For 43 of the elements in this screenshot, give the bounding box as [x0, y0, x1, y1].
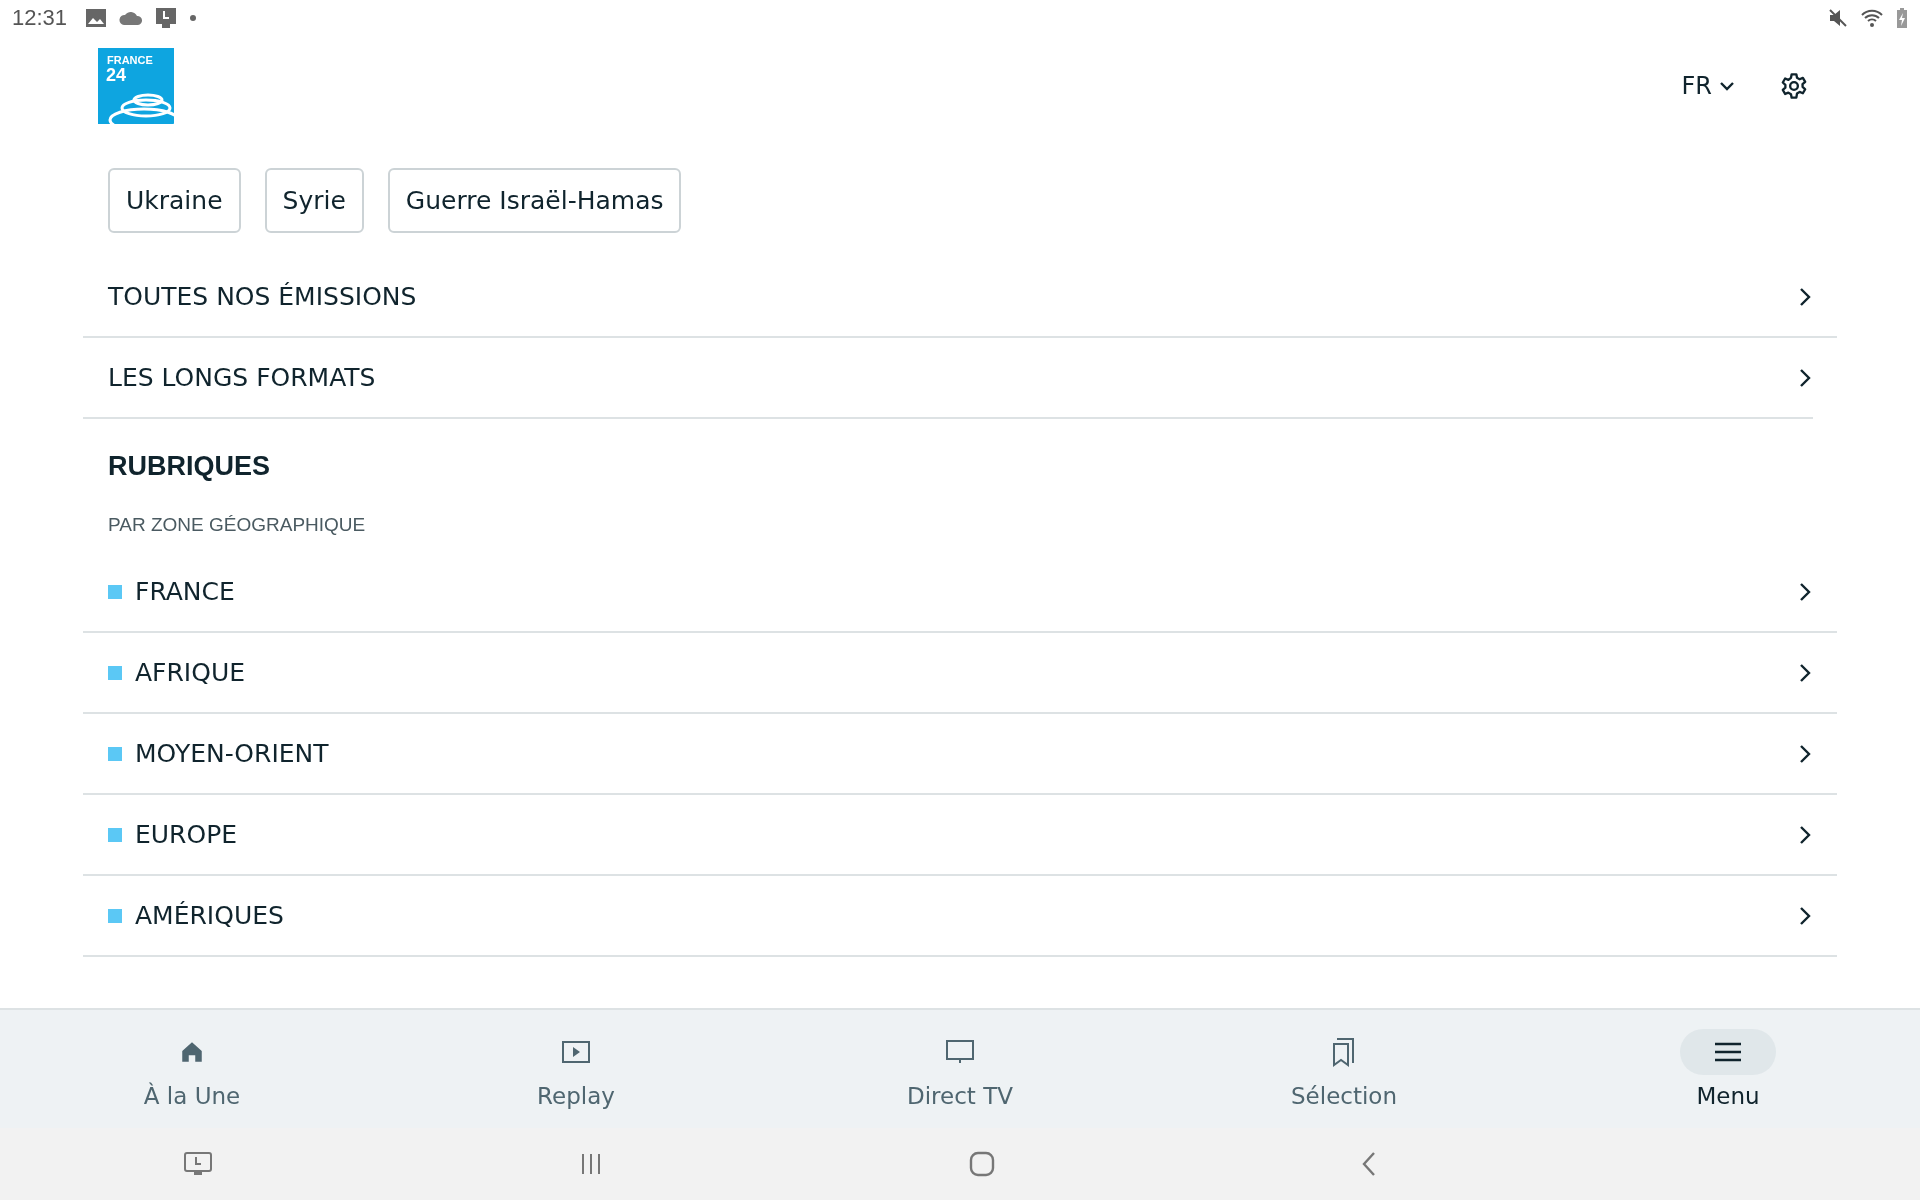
nav-tab[interactable]: À la Une — [72, 1010, 312, 1128]
region-row[interactable]: EUROPE — [83, 795, 1837, 876]
region-row[interactable]: FRANCE — [83, 552, 1837, 633]
chevron-right-icon — [1799, 581, 1811, 602]
region-row[interactable]: MOYEN-ORIENT — [83, 714, 1837, 795]
topic-chip[interactable]: Ukraine — [108, 168, 241, 233]
mute-icon — [1828, 8, 1848, 28]
recents-icon[interactable] — [579, 1153, 603, 1175]
status-time: 12:31 — [12, 5, 68, 31]
menu-row[interactable]: LES LONGS FORMATS — [83, 338, 1813, 419]
chevron-right-icon — [1799, 286, 1811, 307]
play-icon — [561, 1040, 591, 1064]
chevron-right-icon — [1799, 824, 1811, 845]
nav-tab[interactable]: Replay — [456, 1010, 696, 1128]
topic-chip[interactable]: Syrie — [264, 168, 364, 233]
dot-icon — [189, 14, 198, 22]
home-button-icon[interactable] — [969, 1151, 995, 1177]
nav-tab[interactable]: Direct TV — [840, 1010, 1080, 1128]
settings-icon[interactable] — [1780, 72, 1808, 100]
battery-icon — [1896, 7, 1908, 29]
section-subtitle: PAR ZONE GÉOGRAPHIQUE — [107, 513, 367, 536]
chevron-right-icon — [1799, 905, 1811, 926]
chevron-right-icon — [1799, 367, 1811, 388]
image-icon — [85, 8, 108, 28]
screen-icon — [155, 7, 178, 29]
recent-screen-icon[interactable] — [183, 1151, 213, 1177]
bookmark-icon — [1331, 1037, 1357, 1067]
language-selector[interactable]: FR — [1681, 72, 1734, 100]
section-title: RUBRIQUES — [107, 450, 271, 482]
cloud-icon — [119, 11, 144, 25]
nav-tab[interactable]: Menu — [1608, 1010, 1848, 1128]
chevron-down-icon — [1720, 81, 1734, 91]
topic-chip[interactable]: Guerre Israël-Hamas — [387, 168, 682, 233]
tv-icon — [945, 1039, 975, 1065]
region-row[interactable]: AFRIQUE — [83, 633, 1837, 714]
back-icon[interactable] — [1361, 1151, 1377, 1177]
wifi-icon — [1860, 8, 1884, 28]
chevron-right-icon — [1799, 743, 1811, 764]
menu-icon — [1713, 1041, 1743, 1063]
chevron-right-icon — [1799, 662, 1811, 683]
region-row[interactable]: AMÉRIQUES — [83, 876, 1837, 957]
nav-tab[interactable]: Sélection — [1224, 1010, 1464, 1128]
menu-row[interactable]: TOUTES NOS ÉMISSIONS — [83, 257, 1837, 338]
